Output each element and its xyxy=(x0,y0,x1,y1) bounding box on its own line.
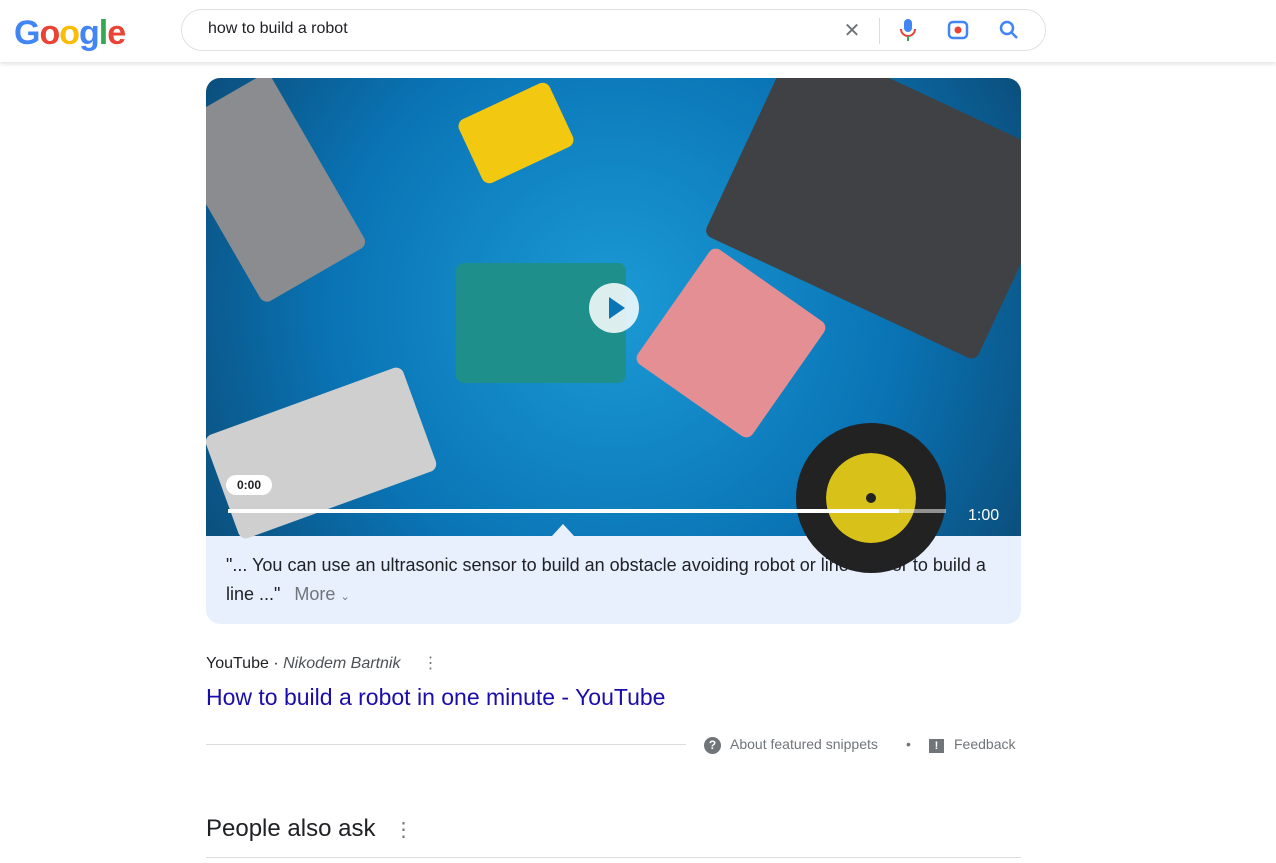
more-label: More xyxy=(294,584,336,604)
more-options-icon[interactable]: ⋮ xyxy=(393,819,413,841)
play-button[interactable] xyxy=(589,283,639,333)
search-input[interactable] xyxy=(208,20,808,38)
featured-snippet: 0:00 1:00 "... You can use an ultrasonic… xyxy=(206,78,1021,624)
result-title-link[interactable]: How to build a robot in one minute - You… xyxy=(206,684,665,711)
motor-image xyxy=(455,80,577,186)
result-source: YouTube · Nikodem Bartnik ⋮ xyxy=(206,655,439,672)
search-box: ✕ xyxy=(181,9,1046,51)
people-also-ask-heading: People also ask ⋮ xyxy=(206,815,413,843)
divider xyxy=(206,744,686,745)
feedback-link[interactable]: ! Feedback xyxy=(929,736,1015,753)
progress-fill xyxy=(228,509,900,513)
search-icon[interactable] xyxy=(997,18,1021,42)
more-options-icon[interactable]: ⋮ xyxy=(422,655,438,672)
video-player[interactable]: 0:00 1:00 xyxy=(206,78,1021,573)
feedback-icon: ! xyxy=(929,739,944,753)
divider xyxy=(206,857,1021,858)
divider xyxy=(879,18,880,44)
google-logo[interactable]: Google xyxy=(14,14,126,53)
source-name: YouTube xyxy=(206,655,269,672)
feedback-label: Feedback xyxy=(954,736,1016,752)
header: Google ✕ xyxy=(0,0,1276,62)
help-icon: ? xyxy=(704,737,721,754)
progress-bar[interactable] xyxy=(228,509,946,513)
snippet-quote: "... You can use an ultrasonic sensor to… xyxy=(226,551,1006,612)
notch xyxy=(552,524,574,536)
current-time: 0:00 xyxy=(226,475,273,495)
camera-lens-icon[interactable] xyxy=(946,18,970,42)
author-name: Nikodem Bartnik xyxy=(283,655,401,672)
about-featured-snippets-link[interactable]: ? About featured snippets xyxy=(704,736,878,754)
about-label: About featured snippets xyxy=(730,736,878,752)
motor-image xyxy=(206,78,368,305)
microphone-icon[interactable] xyxy=(896,18,920,42)
more-button[interactable]: More ⌄ xyxy=(294,584,349,604)
dot-separator: • xyxy=(906,736,911,752)
chevron-down-icon: ⌄ xyxy=(340,591,350,603)
clear-icon[interactable]: ✕ xyxy=(840,18,864,42)
duration: 1:00 xyxy=(968,507,1000,524)
breadboard-image xyxy=(206,365,439,541)
paa-title: People also ask xyxy=(206,815,376,842)
